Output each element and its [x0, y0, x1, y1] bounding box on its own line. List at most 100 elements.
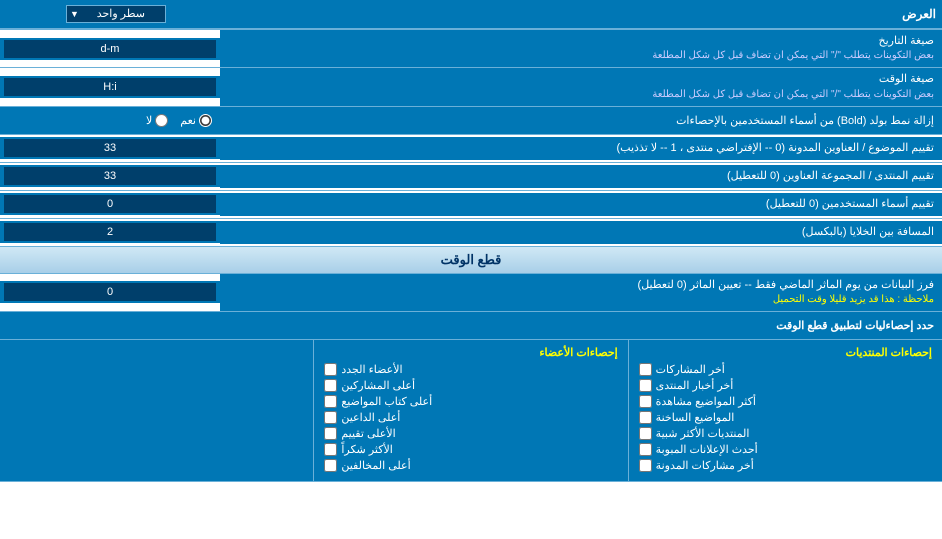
users-order-input-wrap [0, 193, 220, 215]
gap-input-wrap [0, 221, 220, 243]
dropdown-wrapper[interactable]: سطر واحد سطران ثلاثة أسطر ▼ [66, 5, 166, 23]
cb-forum-news: أخر أخبار المنتدى [639, 379, 932, 392]
cutoff-days-row: فرز البيانات من يوم الماثر الماضي فقط --… [0, 274, 942, 312]
right-label-col [0, 340, 313, 481]
cb-latest-posts: أخر المشاركات [639, 363, 932, 376]
cutoff-section-header: قطع الوقت [0, 247, 942, 274]
cb-top-violators-label: أعلى المخالفين [341, 459, 410, 472]
cb-most-thanked-input[interactable] [324, 443, 337, 456]
forum-order-input[interactable] [4, 167, 216, 185]
forum-order-input-wrap [0, 165, 220, 187]
cb-most-viewed-label: أكثر المواضيع مشاهدة [656, 395, 756, 408]
topics-order-input-wrap [0, 137, 220, 159]
cb-top-inviters-label: أعلى الداعين [341, 411, 400, 424]
cb-most-viewed-input[interactable] [639, 395, 652, 408]
cb-top-inviters: أعلى الداعين [324, 411, 617, 424]
date-format-label: صيغة التاريخ بعض التكوينات يتطلب "/" الت… [220, 30, 942, 67]
time-format-row: صيغة الوقت بعض التكوينات يتطلب "/" التي … [0, 68, 942, 106]
cb-blog-posts-label: أخر مشاركات المدونة [656, 459, 754, 472]
cb-latest-ads: أحدث الإعلانات المبوبة [639, 443, 932, 456]
top-control: سطر واحد سطران ثلاثة أسطر ▼ [6, 5, 226, 23]
time-format-title: صيغة الوقت [228, 72, 934, 87]
radio-yes-text: نعم [180, 114, 196, 127]
cb-top-writers-input[interactable] [324, 395, 337, 408]
users-order-input[interactable] [4, 195, 216, 213]
stats-title-row: حدد إحصاءليات لتطبيق قطع الوقت [0, 312, 942, 340]
gap-label: المسافة بين الخلايا (بالبكسل) [220, 221, 942, 244]
cb-latest-ads-label: أحدث الإعلانات المبوبة [656, 443, 758, 456]
cb-top-violators: أعلى المخالفين [324, 459, 617, 472]
stats-section: حدد إحصاءليات لتطبيق قطع الوقت إحصاءات ا… [0, 312, 942, 482]
date-format-input-wrap [0, 38, 220, 60]
radio-yes[interactable] [199, 114, 212, 127]
cb-new-members: الأعضاء الجدد [324, 363, 617, 376]
users-order-label: تقييم أسماء المستخدمين (0 للتعطيل) [220, 193, 942, 216]
cb-top-rated-input[interactable] [324, 427, 337, 440]
cb-most-similar-input[interactable] [639, 427, 652, 440]
cb-most-thanked: الأكثر شكراً [324, 443, 617, 456]
cb-hot-topics: المواضيع الساخنة [639, 411, 932, 424]
radio-no-text: لا [146, 114, 152, 127]
cb-top-writers-label: أعلى كتاب المواضيع [341, 395, 432, 408]
cutoff-days-label: فرز البيانات من يوم الماثر الماضي فقط --… [220, 274, 942, 311]
cb-top-posters-label: أعلى المشاركين [341, 379, 415, 392]
gap-row: المسافة بين الخلايا (بالبكسل) [0, 219, 942, 247]
bold-remove-options: نعم لا [0, 114, 220, 127]
stats-title-label: حدد إحصاءليات لتطبيق قطع الوقت [0, 315, 942, 336]
checkboxes-area: إحصاءات المنتديات أخر المشاركات أخر أخبا… [0, 340, 942, 481]
topics-order-label: تقييم الموضوع / العناوين المدونة (0 -- ا… [220, 137, 942, 160]
time-format-sublabel: بعض التكوينات يتطلب "/" التي يمكن ان تضا… [228, 88, 934, 102]
cutoff-section-title: قطع الوقت [441, 252, 502, 267]
cutoff-days-input-wrap [0, 281, 220, 303]
date-format-row: صيغة التاريخ بعض التكوينات يتطلب "/" الت… [0, 30, 942, 68]
cb-latest-posts-label: أخر المشاركات [656, 363, 725, 376]
col-divider [628, 340, 629, 481]
cb-top-rated-label: الأعلى تقييم [341, 427, 395, 440]
radio-yes-label[interactable]: نعم [180, 114, 212, 127]
radio-no-label[interactable]: لا [146, 114, 168, 127]
cutoff-days-title: فرز البيانات من يوم الماثر الماضي فقط --… [228, 278, 934, 293]
time-format-label: صيغة الوقت بعض التكوينات يتطلب "/" التي … [220, 68, 942, 105]
forum-order-label: تقييم المنتدى / المجموعة العناوين (0 للت… [220, 165, 942, 188]
date-format-sublabel: بعض التكوينات يتطلب "/" التي يمكن ان تضا… [228, 49, 934, 63]
members-col-header: إحصاءات الأعضاء [324, 346, 617, 359]
cb-forum-news-input[interactable] [639, 379, 652, 392]
cb-most-similar: المنتديات الأكثر شبية [639, 427, 932, 440]
cb-hot-topics-label: المواضيع الساخنة [656, 411, 735, 424]
topics-order-row: تقييم الموضوع / العناوين المدونة (0 -- ا… [0, 135, 942, 163]
cutoff-days-note: ملاحظة : هذا قد يزيد قليلا وقت التحميل [228, 293, 934, 307]
top-label: العرض [226, 7, 936, 21]
date-format-input[interactable] [4, 40, 216, 58]
cb-most-thanked-label: الأكثر شكراً [341, 443, 392, 456]
gap-input[interactable] [4, 223, 216, 241]
cb-hot-topics-input[interactable] [639, 411, 652, 424]
cb-top-rated: الأعلى تقييم [324, 427, 617, 440]
cb-latest-ads-input[interactable] [639, 443, 652, 456]
cb-forum-news-label: أخر أخبار المنتدى [656, 379, 734, 392]
posts-col: إحصاءات المنتديات أخر المشاركات أخر أخبا… [629, 340, 942, 481]
cb-new-members-label: الأعضاء الجدد [341, 363, 402, 376]
bold-remove-label: إزالة نمط بولد (Bold) من أسماء المستخدمي… [220, 110, 942, 131]
posts-col-header: إحصاءات المنتديات [639, 346, 932, 359]
forum-order-row: تقييم المنتدى / المجموعة العناوين (0 للت… [0, 163, 942, 191]
date-format-title: صيغة التاريخ [228, 34, 934, 49]
cb-latest-posts-input[interactable] [639, 363, 652, 376]
cb-blog-posts: أخر مشاركات المدونة [639, 459, 932, 472]
col-divider2 [313, 340, 314, 481]
time-format-input[interactable] [4, 78, 216, 96]
cb-top-writers: أعلى كتاب المواضيع [324, 395, 617, 408]
members-col: إحصاءات الأعضاء الأعضاء الجدد أعلى المشا… [314, 340, 627, 481]
top-row: العرض سطر واحد سطران ثلاثة أسطر ▼ [0, 0, 942, 30]
display-select[interactable]: سطر واحد سطران ثلاثة أسطر [66, 5, 166, 23]
cb-top-violators-input[interactable] [324, 459, 337, 472]
radio-no[interactable] [155, 114, 168, 127]
cutoff-days-input[interactable] [4, 283, 216, 301]
cb-top-posters-input[interactable] [324, 379, 337, 392]
cb-top-inviters-input[interactable] [324, 411, 337, 424]
topics-order-input[interactable] [4, 139, 216, 157]
cb-new-members-input[interactable] [324, 363, 337, 376]
users-order-row: تقييم أسماء المستخدمين (0 للتعطيل) [0, 191, 942, 219]
cb-most-similar-label: المنتديات الأكثر شبية [656, 427, 750, 440]
time-format-input-wrap [0, 76, 220, 98]
cb-blog-posts-input[interactable] [639, 459, 652, 472]
